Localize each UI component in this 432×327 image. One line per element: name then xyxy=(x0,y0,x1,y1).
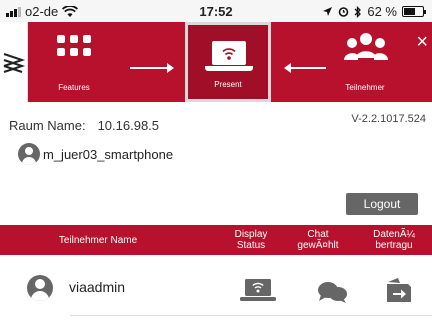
logo-icon xyxy=(3,53,26,73)
people-icon xyxy=(344,33,388,60)
location-icon xyxy=(323,7,333,16)
file-transfer-icon[interactable] xyxy=(384,276,414,304)
app-logo xyxy=(0,22,28,102)
main-toolbar: Features Present Teilnehmer × xyxy=(0,22,432,102)
present-label: Present xyxy=(214,80,242,89)
logout-button[interactable]: Logout xyxy=(346,193,418,215)
bluetooth-icon xyxy=(354,5,362,18)
table-row[interactable]: viaadmin xyxy=(0,268,432,314)
arrow-right-icon xyxy=(130,63,174,73)
status-icons: 62 % xyxy=(322,4,426,19)
version-label: V-2.2.1017.524 xyxy=(351,113,426,125)
present-button[interactable]: Present xyxy=(185,22,271,102)
status-bar: o2-de 17:52 62 % xyxy=(0,0,432,22)
room-info: Raum Name: 10.16.98.5 xyxy=(9,118,159,133)
room-value: 10.16.98.5 xyxy=(97,118,160,133)
features-label: Features xyxy=(58,83,90,92)
laptop-wifi-icon xyxy=(212,41,246,65)
header-chat-selected: Chat gewÃ¤hlt xyxy=(297,229,339,251)
avatar-icon xyxy=(27,275,53,301)
participants-label: Teilnehmer xyxy=(345,83,385,92)
current-user: m_juer03_smartphone xyxy=(18,143,173,165)
participant-name: viaadmin xyxy=(69,279,126,295)
laptop-wifi-icon[interactable] xyxy=(240,277,276,303)
row-divider xyxy=(70,315,432,316)
header-participant-name: Teilnehmer Name xyxy=(58,234,138,246)
avatar-icon xyxy=(18,143,40,165)
participants-button[interactable]: Teilnehmer xyxy=(330,22,400,102)
arrow-left-icon xyxy=(284,63,326,73)
chat-bubbles-icon[interactable] xyxy=(316,279,348,305)
header-data-transfer: DatenÃ¼ bertragu xyxy=(373,229,415,251)
room-label: Raum Name: xyxy=(9,118,86,133)
close-icon[interactable]: × xyxy=(416,32,428,52)
grid-icon xyxy=(57,35,91,56)
battery-icon xyxy=(402,6,426,17)
header-display-status: Display Status xyxy=(234,229,268,251)
user-name: m_juer03_smartphone xyxy=(43,146,174,162)
features-button[interactable]: Features xyxy=(44,22,104,102)
alarm-icon xyxy=(339,7,349,17)
battery-percent: 62 % xyxy=(367,4,397,19)
participants-table-header: Teilnehmer Name Display Status Chat gewÃ¤h… xyxy=(0,225,432,255)
